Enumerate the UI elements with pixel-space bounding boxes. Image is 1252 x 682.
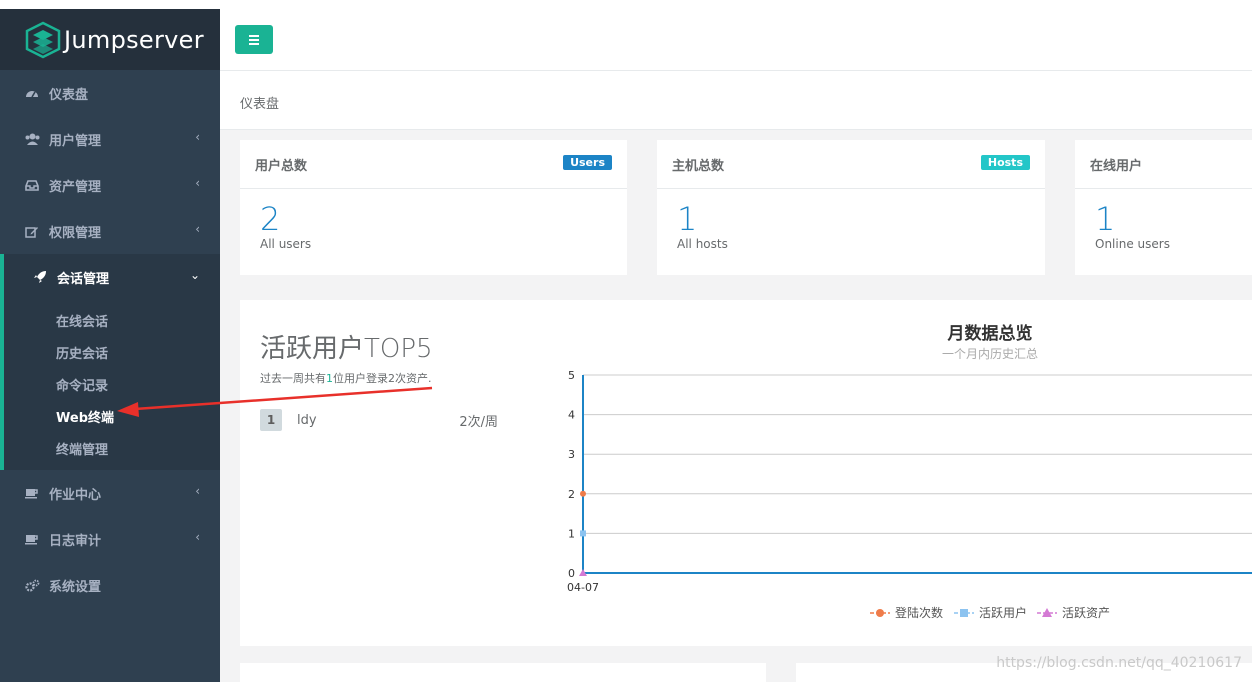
legend-label: 活跃用户 <box>979 605 1027 620</box>
breadcrumb: 仪表盘 <box>220 71 1252 130</box>
y-tick-label: 4 <box>568 409 575 422</box>
monthly-line-chart: 0 1 2 3 4 5 04-07 登陆次数 活跃用户 活跃资产 <box>567 369 1252 620</box>
stat-card-users: 用户总数 Users 2 All users <box>240 140 627 275</box>
sidebar-item-label: 会话管理 <box>57 271 110 287</box>
sidebar-subitem-history-sessions[interactable]: 历史会话 <box>4 336 220 368</box>
chevron-left-icon: ‹ <box>195 530 200 544</box>
sidebar-item-audit-logs[interactable]: 日志审计 ‹ <box>0 516 220 562</box>
brand-name: Jumpserver <box>64 25 204 54</box>
data-point <box>580 530 586 537</box>
rocket-icon <box>32 270 48 284</box>
breadcrumb-current: 仪表盘 <box>240 97 280 112</box>
chevron-left-icon: ‹ <box>195 222 200 236</box>
stat-value: 2 <box>260 200 281 238</box>
overview-panel: 活跃用户TOP5 过去一周共有1位用户登录2次资产. 1 ldy 2次/周 月数… <box>240 300 1252 646</box>
card-title: 在线用户 <box>1090 159 1143 174</box>
legend-label: 登陆次数 <box>895 605 943 620</box>
inbox-icon <box>24 178 40 192</box>
sidebar-subitem-online-sessions[interactable]: 在线会话 <box>4 304 220 336</box>
log-icon <box>24 532 40 546</box>
sidebar-item-label: 权限管理 <box>49 225 102 241</box>
gears-icon <box>24 578 40 592</box>
chevron-down-icon: ⌄ <box>189 268 200 282</box>
hamburger-menu-button[interactable] <box>235 25 273 54</box>
sidebar-item-jobs[interactable]: 作业中心 ‹ <box>0 470 220 516</box>
stat-value: 1 <box>677 200 698 238</box>
sidebar-subitem-web-terminal[interactable]: Web终端 <box>4 400 220 432</box>
sessions-submenu: 在线会话 历史会话 命令记录 Web终端 终端管理 <box>0 300 220 470</box>
sidebar-item-permissions[interactable]: 权限管理 ‹ <box>0 208 220 254</box>
top-navbar <box>220 0 1252 71</box>
users-icon <box>24 132 40 146</box>
watermark: https://blog.csdn.net/qq_40210617 <box>996 655 1242 671</box>
data-point <box>580 490 586 497</box>
sidebar-subitem-terminal-management[interactable]: 终端管理 <box>4 432 220 464</box>
brand-logo[interactable]: Jumpserver <box>0 0 220 70</box>
jumpserver-logo-icon <box>24 21 62 59</box>
sidebar-item-label: 资产管理 <box>49 179 102 195</box>
stat-label: All hosts <box>677 237 728 251</box>
chevron-left-icon: ‹ <box>195 484 200 498</box>
sidebar-item-settings[interactable]: 系统设置 <box>0 562 220 608</box>
sidebar-item-label: 仪表盘 <box>49 87 89 103</box>
y-tick-label: 5 <box>568 369 575 382</box>
x-tick-label: 04-07 <box>567 581 599 594</box>
sidebar-item-label: 用户管理 <box>49 133 102 149</box>
stat-card-hosts: 主机总数 Hosts 1 All hosts <box>657 140 1045 275</box>
y-tick-label: 0 <box>568 567 575 580</box>
sidebar-item-label: 系统设置 <box>49 579 102 595</box>
coffee-icon <box>24 486 40 500</box>
users-badge: Users <box>563 155 612 170</box>
sidebar-item-dashboard[interactable]: 仪表盘 <box>0 70 220 116</box>
y-tick-label: 1 <box>568 527 575 540</box>
menu-icon <box>249 34 259 37</box>
sidebar-item-users[interactable]: 用户管理 ‹ <box>0 116 220 162</box>
chevron-left-icon: ‹ <box>195 130 200 144</box>
sidebar-subitem-command-records[interactable]: 命令记录 <box>4 368 220 400</box>
bottom-card-left <box>240 663 766 682</box>
stat-label: All users <box>260 237 312 251</box>
y-tick-label: 2 <box>568 488 575 501</box>
card-title: 主机总数 <box>672 159 725 174</box>
edit-icon <box>24 224 40 238</box>
legend-marker <box>960 609 968 617</box>
dashboard-icon <box>24 86 40 100</box>
legend-marker <box>876 609 884 617</box>
stat-value: 1 <box>1095 200 1116 238</box>
sidebar-item-label: 作业中心 <box>49 487 102 503</box>
sidebar: Jumpserver 仪表盘 用户管理 ‹ 资产管理 ‹ 权限管理 ‹ 会话管理… <box>0 0 220 682</box>
legend-label: 活跃资产 <box>1062 606 1110 620</box>
card-title: 用户总数 <box>255 159 308 174</box>
stat-card-online-users: 在线用户 1 Online users <box>1075 140 1252 275</box>
y-tick-label: 3 <box>568 448 575 461</box>
sidebar-item-sessions[interactable]: 会话管理 ⌄ <box>0 254 220 300</box>
sidebar-item-label: 日志审计 <box>49 533 102 549</box>
chevron-left-icon: ‹ <box>195 176 200 190</box>
stat-label: Online users <box>1095 237 1170 251</box>
sidebar-item-assets[interactable]: 资产管理 ‹ <box>0 162 220 208</box>
hosts-badge: Hosts <box>980 155 1030 170</box>
